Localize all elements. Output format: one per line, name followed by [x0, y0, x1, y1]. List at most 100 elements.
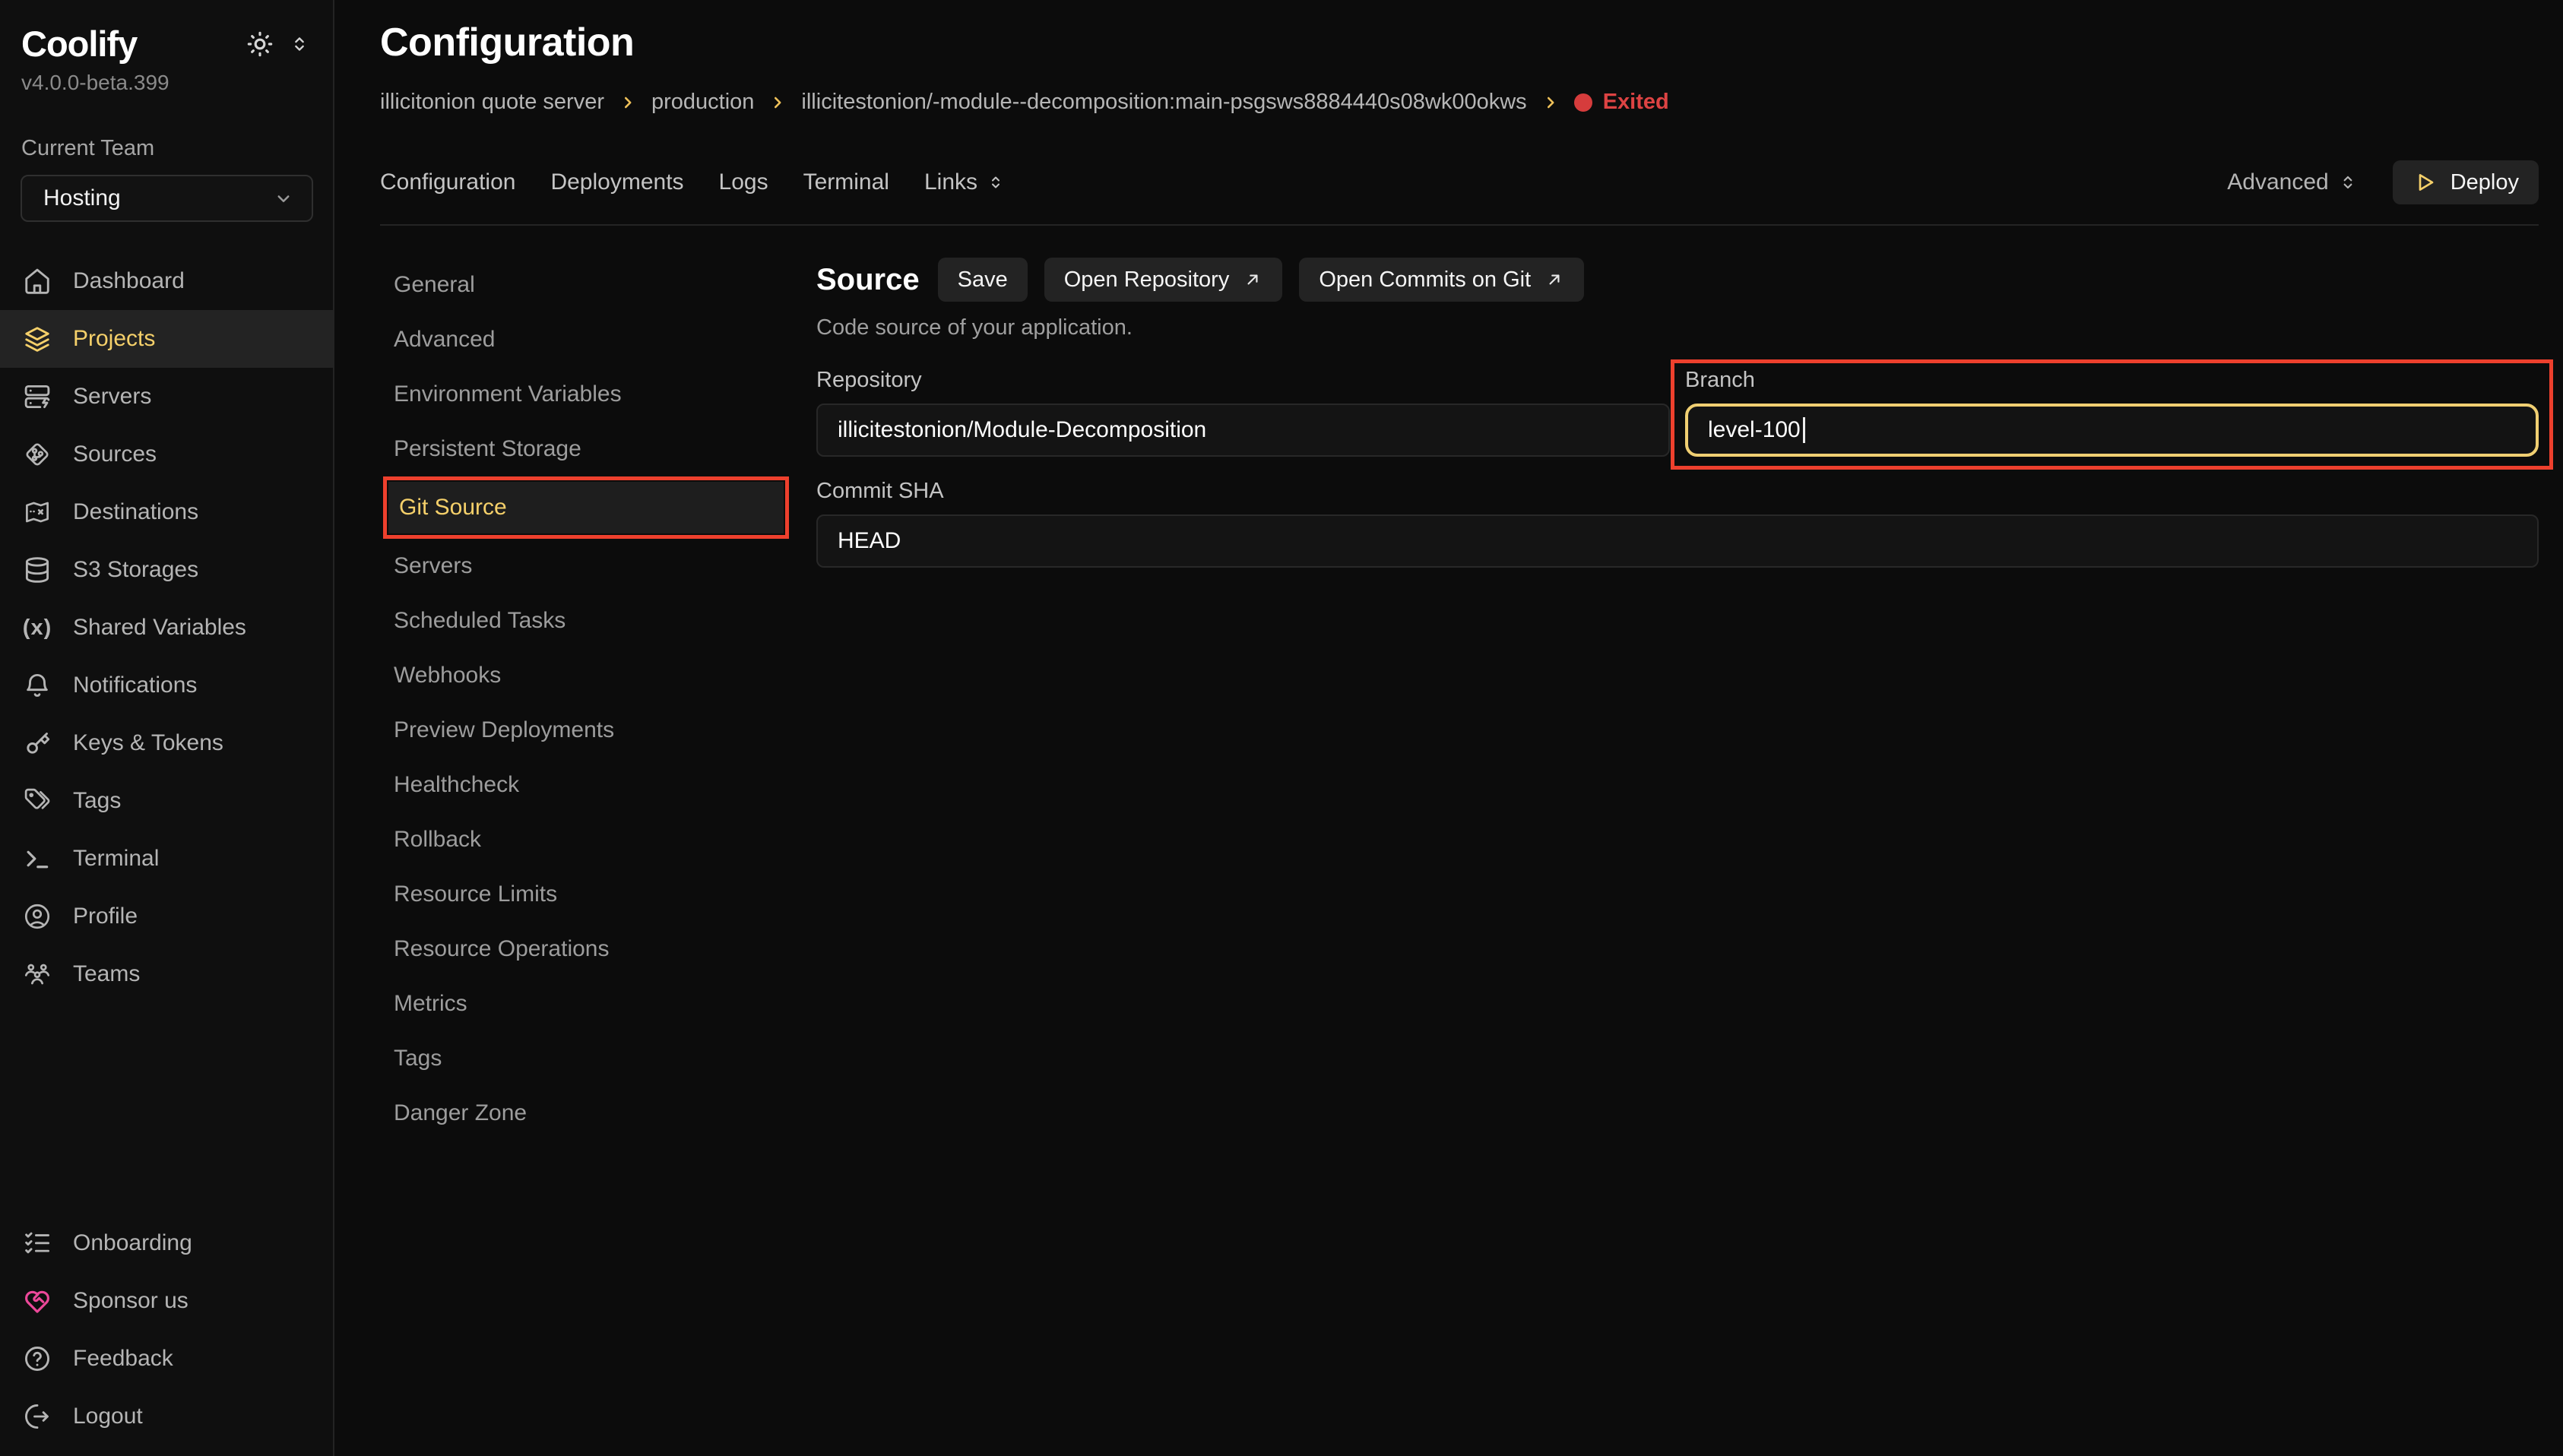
sidebar-item-label: Feedback: [73, 1346, 173, 1372]
sidebar-item-label: Servers: [73, 384, 151, 410]
repository-input[interactable]: illicitestonion/Module-Decomposition: [816, 404, 1670, 457]
sidebar-item-label: Terminal: [73, 846, 159, 872]
sidebar-item-label: Dashboard: [73, 268, 185, 294]
branch-annotation-box: Branch level-100: [1671, 359, 2553, 470]
text-cursor: [1803, 417, 1805, 443]
subnav-item-rollback[interactable]: Rollback: [380, 812, 789, 867]
subnav-item-advanced[interactable]: Advanced: [380, 312, 789, 367]
sidebar-item-label: Profile: [73, 904, 138, 929]
sidebar-item-sponsor-us[interactable]: Sponsor us: [0, 1272, 333, 1330]
map-icon: [23, 498, 52, 527]
app-logo: Coolify: [21, 23, 137, 65]
theme-sun-icon[interactable]: [245, 29, 275, 59]
breadcrumb: illicitonion quote server production ill…: [380, 90, 2539, 115]
tab-divider: [380, 224, 2539, 226]
commit-sha-input[interactable]: HEAD: [816, 514, 2539, 568]
sidebar-item-servers[interactable]: Servers: [0, 368, 333, 426]
help-circle-icon: [23, 1344, 52, 1373]
commit-sha-field: Commit SHA HEAD: [816, 479, 2539, 568]
advanced-label: Advanced: [2227, 169, 2328, 195]
server-icon: [23, 382, 52, 411]
users-icon: [23, 960, 52, 989]
open-repository-label: Open Repository: [1064, 267, 1230, 293]
sidebar-nav: Dashboard Projects Servers Sources Desti…: [0, 252, 333, 1003]
sidebar-item-label: Destinations: [73, 499, 198, 525]
sidebar-footer-nav: Onboarding Sponsor us Feedback Logout: [0, 1214, 333, 1445]
subnav-item-servers[interactable]: Servers: [380, 539, 789, 593]
tab-configuration[interactable]: Configuration: [380, 169, 515, 195]
chevrons-up-down-icon[interactable]: [289, 33, 310, 55]
team-select[interactable]: Hosting: [21, 175, 313, 222]
subnav-item-preview-deployments[interactable]: Preview Deployments: [380, 703, 789, 758]
subnav-item-healthcheck[interactable]: Healthcheck: [380, 758, 789, 812]
subnav-item-persistent-storage[interactable]: Persistent Storage: [380, 422, 789, 476]
config-subnav: General Advanced Environment Variables P…: [380, 258, 789, 1456]
open-repository-button[interactable]: Open Repository: [1044, 258, 1283, 302]
tags-icon: [23, 787, 52, 815]
source-description: Code source of your application.: [816, 315, 2539, 340]
main-content: Configuration illicitonion quote server …: [334, 0, 2563, 1456]
sidebar-item-feedback[interactable]: Feedback: [0, 1330, 333, 1388]
repository-label: Repository: [816, 368, 1670, 393]
breadcrumb-application[interactable]: illicitestonion/-module--decomposition:m…: [801, 90, 1526, 115]
sidebar-item-teams[interactable]: Teams: [0, 945, 333, 1003]
subnav-item-resource-limits[interactable]: Resource Limits: [380, 867, 789, 922]
layers-icon: [23, 324, 52, 353]
subnav-item-environment-variables[interactable]: Environment Variables: [380, 367, 789, 422]
branch-input[interactable]: level-100: [1685, 404, 2539, 457]
subnav-item-webhooks[interactable]: Webhooks: [380, 648, 789, 703]
sidebar-item-label: Projects: [73, 326, 155, 352]
sidebar-item-shared-variables[interactable]: (x) Shared Variables: [0, 599, 333, 657]
page-title: Configuration: [380, 20, 2539, 65]
sidebar-item-label: Onboarding: [73, 1230, 192, 1256]
sidebar-item-label: Notifications: [73, 673, 197, 698]
subnav-item-resource-operations[interactable]: Resource Operations: [380, 922, 789, 976]
chevron-right-icon: [619, 94, 636, 111]
chevron-down-icon: [272, 187, 295, 210]
subnav-item-danger-zone[interactable]: Danger Zone: [380, 1086, 789, 1141]
tab-links-label: Links: [924, 169, 977, 195]
breadcrumb-environment[interactable]: production: [651, 90, 754, 115]
sidebar-item-sources[interactable]: Sources: [0, 426, 333, 483]
repository-field: Repository illicitestonion/Module-Decomp…: [816, 368, 1670, 457]
subnav-item-metrics[interactable]: Metrics: [380, 976, 789, 1031]
sidebar-item-notifications[interactable]: Notifications: [0, 657, 333, 714]
chevrons-up-down-icon: [987, 173, 1005, 191]
breadcrumb-project[interactable]: illicitonion quote server: [380, 90, 604, 115]
tab-terminal[interactable]: Terminal: [803, 169, 889, 195]
sidebar-item-onboarding[interactable]: Onboarding: [0, 1214, 333, 1272]
deploy-button[interactable]: Deploy: [2393, 160, 2539, 204]
tab-links[interactable]: Links: [924, 169, 1005, 195]
sidebar-item-keys-tokens[interactable]: Keys & Tokens: [0, 714, 333, 772]
open-commits-label: Open Commits on Git: [1319, 267, 1531, 293]
sidebar-item-dashboard[interactable]: Dashboard: [0, 252, 333, 310]
user-circle-icon: [23, 902, 52, 931]
open-commits-button[interactable]: Open Commits on Git: [1299, 258, 1584, 302]
tab-logs[interactable]: Logs: [719, 169, 768, 195]
sidebar-item-profile[interactable]: Profile: [0, 888, 333, 945]
external-link-icon: [1243, 270, 1262, 290]
sidebar-item-label: Sources: [73, 442, 157, 467]
sidebar-spacer: [0, 1003, 333, 1184]
sidebar-item-terminal[interactable]: Terminal: [0, 830, 333, 888]
chevrons-up-down-icon: [2338, 173, 2358, 192]
tab-deployments[interactable]: Deployments: [550, 169, 683, 195]
subnav-item-tags[interactable]: Tags: [380, 1031, 789, 1086]
logout-icon: [23, 1402, 52, 1431]
external-link-icon: [1544, 270, 1564, 290]
sidebar-item-tags[interactable]: Tags: [0, 772, 333, 830]
advanced-menu[interactable]: Advanced: [2227, 169, 2357, 195]
sidebar-item-destinations[interactable]: Destinations: [0, 483, 333, 541]
chevron-right-icon: [1542, 94, 1559, 111]
sidebar-item-projects[interactable]: Projects: [0, 310, 333, 368]
subnav-item-git-source[interactable]: Git Source: [388, 482, 784, 533]
app-version: v4.0.0-beta.399: [0, 65, 333, 95]
save-button[interactable]: Save: [938, 258, 1028, 302]
subnav-item-scheduled-tasks[interactable]: Scheduled Tasks: [380, 593, 789, 648]
database-icon: [23, 555, 52, 584]
subnav-item-general[interactable]: General: [380, 258, 789, 312]
sidebar-item-label: S3 Storages: [73, 557, 198, 583]
sidebar-item-logout[interactable]: Logout: [0, 1388, 333, 1445]
sidebar-item-s3-storages[interactable]: S3 Storages: [0, 541, 333, 599]
chevron-right-icon: [769, 94, 786, 111]
